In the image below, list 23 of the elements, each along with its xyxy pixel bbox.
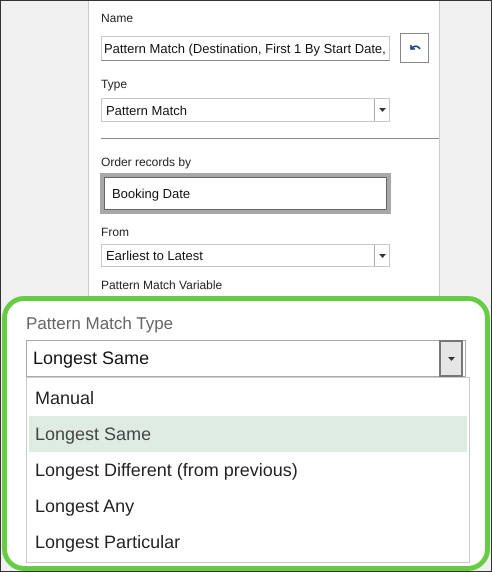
undo-button[interactable] <box>400 33 429 63</box>
field-label: From <box>101 224 130 240</box>
type-dropdown[interactable]: Pattern Match <box>101 98 390 122</box>
dropdown-option[interactable]: Longest Any <box>29 488 467 524</box>
dropdown-option[interactable]: Longest Different (from previous) <box>29 452 467 488</box>
type-dropdown[interactable]: Longest Same <box>26 340 466 377</box>
field-label: Pattern Match Variable <box>101 277 224 293</box>
dropdown-button[interactable] <box>374 245 389 266</box>
field-label: Type <box>101 76 128 92</box>
dropdown-option[interactable]: Longest Same <box>29 416 467 452</box>
caret-icon <box>378 108 386 112</box>
field-label: Order records by <box>101 154 192 170</box>
caret-icon <box>378 254 386 258</box>
name-field[interactable]: Pattern Match (Destination, First 1 By Start Date, <box>101 36 390 60</box>
field-label: Name <box>101 10 134 26</box>
dropdown-option[interactable]: Longest Particular <box>29 524 467 560</box>
caret-icon <box>448 356 454 360</box>
order-field[interactable]: Booking Date <box>100 173 391 214</box>
from-dropdown[interactable]: Earliest to Latest <box>101 244 390 267</box>
field-label: Pattern Match Type <box>26 313 174 335</box>
dropdown-button[interactable] <box>374 99 389 121</box>
undo-icon <box>408 44 420 52</box>
dropdown-option[interactable]: Manual <box>29 380 467 416</box>
